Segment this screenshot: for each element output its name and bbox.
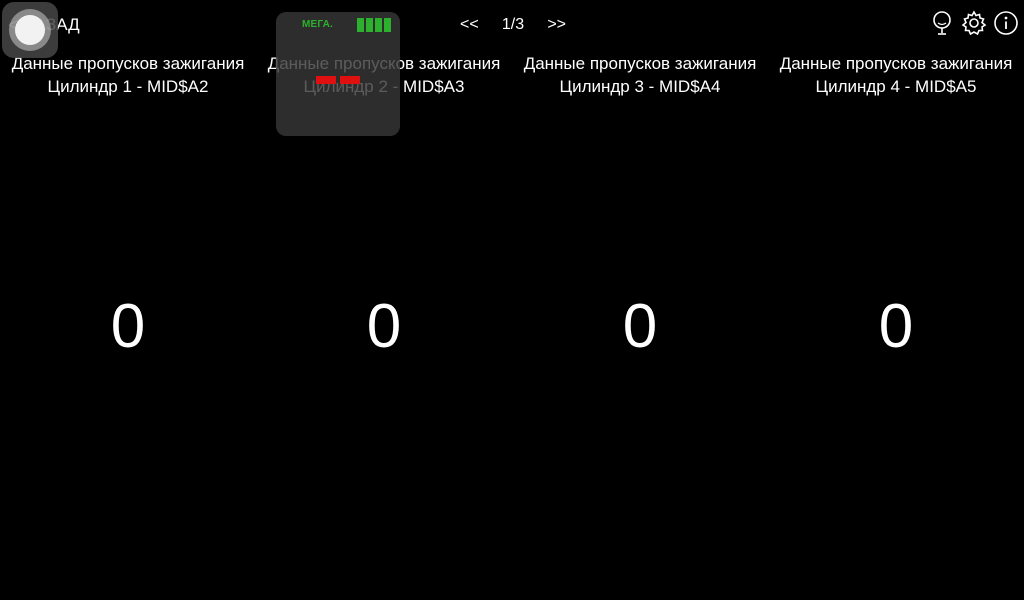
signal-bar xyxy=(366,18,373,32)
cylinder-3-title: Данные пропусков зажигания Цилиндр 3 - M… xyxy=(523,54,757,96)
assistive-touch-ring-icon xyxy=(9,9,51,51)
signal-bar xyxy=(357,18,364,32)
assistive-touch-dot-icon xyxy=(15,15,45,45)
data-columns: Данные пропусков зажигания Цилиндр 1 - M… xyxy=(0,52,1024,600)
cylinder-1-panel: Данные пропусков зажигания Цилиндр 1 - M… xyxy=(0,52,256,600)
adapter-brand-label: МЕГА. xyxy=(302,19,334,30)
pager-current: 1/3 xyxy=(501,16,525,33)
pager: << 1/3 >> xyxy=(458,13,568,37)
signal-bars-icon xyxy=(357,18,391,32)
adapter-led-indicators xyxy=(316,76,360,84)
signal-bar xyxy=(384,18,391,32)
pager-prev-button[interactable]: << xyxy=(458,16,481,34)
red-led-icon xyxy=(340,76,360,84)
microphone-icon[interactable] xyxy=(928,9,956,37)
cylinder-1-title: Данные пропусков зажигания Цилиндр 1 - M… xyxy=(11,54,245,96)
cylinder-3-value: 0 xyxy=(622,292,658,361)
adapter-status-widget[interactable]: МЕГА. xyxy=(276,12,400,136)
cylinder-1-value: 0 xyxy=(110,292,146,361)
cylinder-4-value: 0 xyxy=(878,292,914,361)
cylinder-4-panel: Данные пропусков зажигания Цилиндр 4 - M… xyxy=(768,52,1024,600)
cylinder-2-value: 0 xyxy=(366,292,402,361)
pager-next-button[interactable]: >> xyxy=(545,16,568,34)
info-icon[interactable] xyxy=(992,9,1020,37)
screen: < НАЗАД << 1/3 >> xyxy=(0,0,1024,600)
cylinder-3-panel: Данные пропусков зажигания Цилиндр 3 - M… xyxy=(512,52,768,600)
cylinder-4-title: Данные пропусков зажигания Цилиндр 4 - M… xyxy=(779,54,1013,96)
signal-bar xyxy=(375,18,382,32)
red-led-icon xyxy=(316,76,336,84)
assistive-touch-button[interactable] xyxy=(2,2,58,58)
gear-icon[interactable] xyxy=(960,9,988,37)
top-icons xyxy=(928,9,1020,37)
